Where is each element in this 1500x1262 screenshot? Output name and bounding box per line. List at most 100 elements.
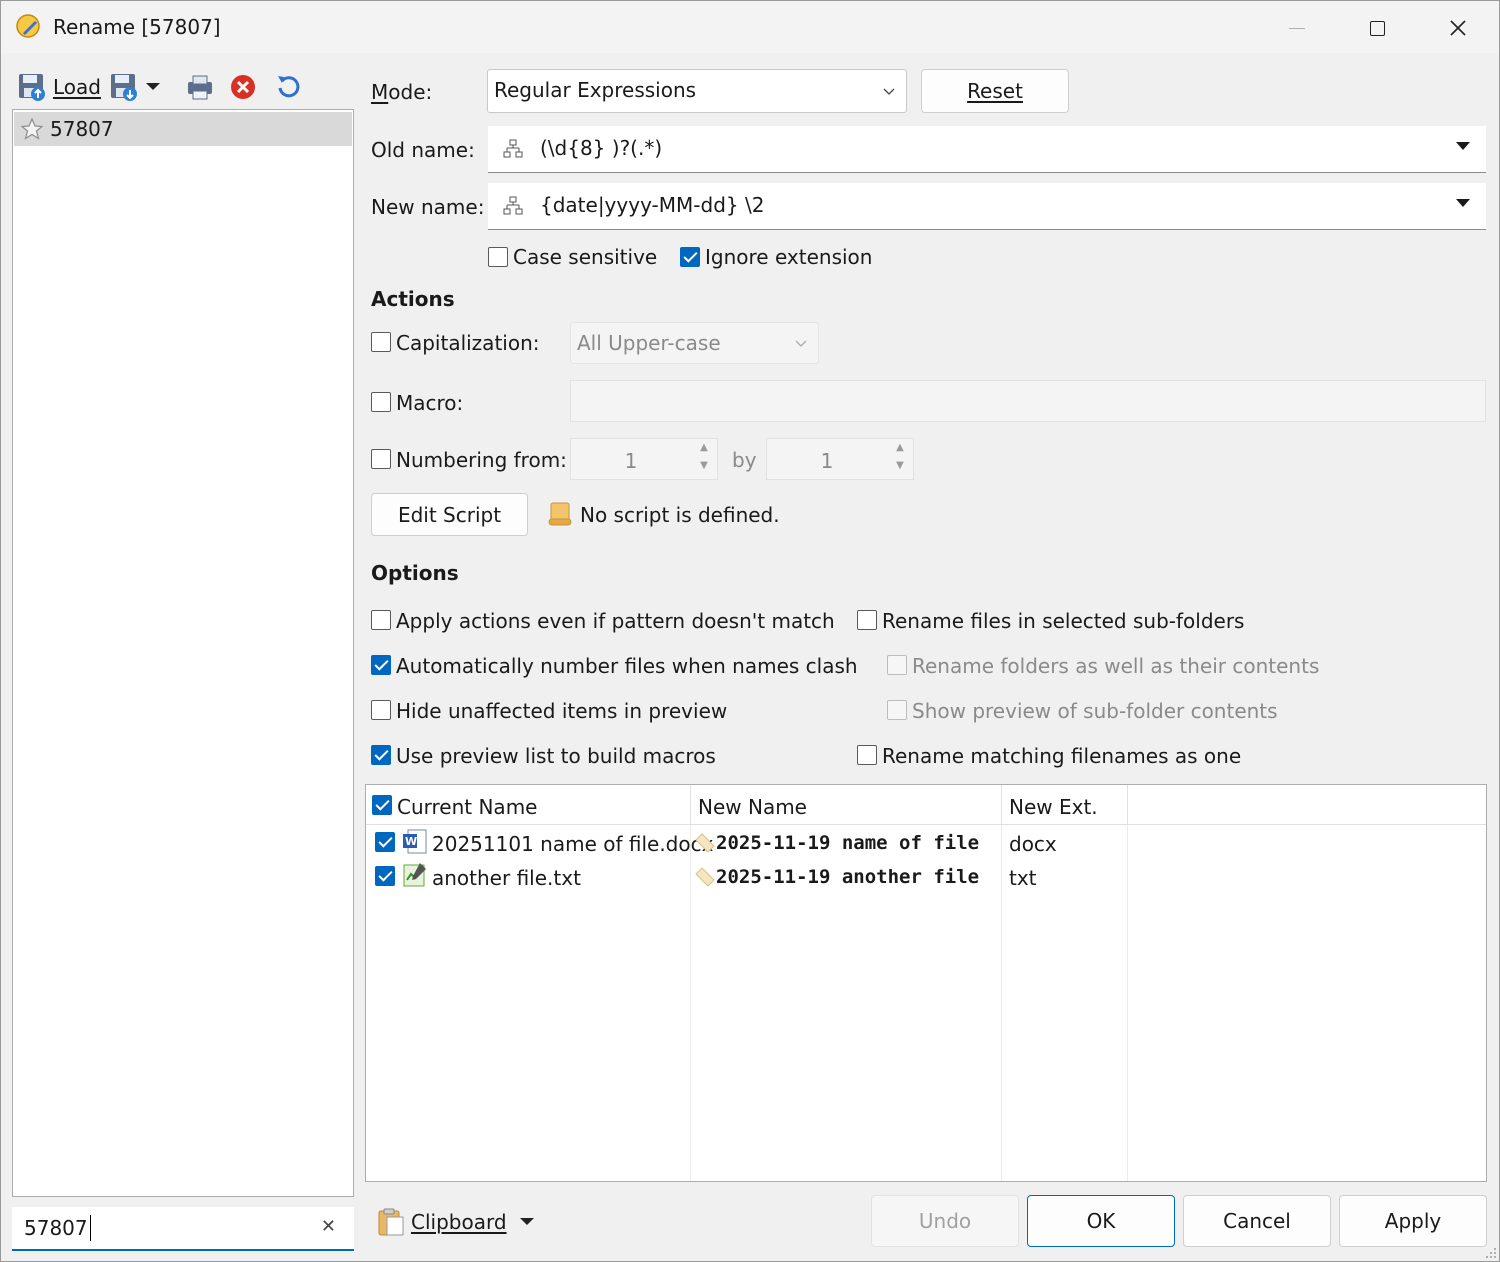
printer-icon — [188, 75, 212, 100]
cancel-button[interactable]: Cancel — [1183, 1195, 1331, 1247]
close-button[interactable] — [1428, 9, 1488, 47]
clear-filter-icon[interactable]: ✕ — [321, 1216, 336, 1237]
minimize-icon — [1289, 27, 1305, 29]
tag-icon — [695, 867, 715, 887]
preview-header: Current Name New Name New Ext. — [366, 785, 1486, 825]
svg-text:W: W — [405, 835, 417, 848]
numbering-by-label: by — [732, 448, 757, 472]
close-icon — [1450, 20, 1466, 36]
use-preview-list-label: Use preview list to build macros — [396, 744, 716, 768]
table-row[interactable]: W 20251101 name of file.docx 2025-11-19 … — [366, 826, 1486, 860]
resize-grip-icon[interactable] — [1485, 1247, 1497, 1259]
apply-button[interactable]: Apply — [1339, 1195, 1487, 1247]
capitalization-value: All Upper-case — [577, 331, 721, 355]
preset-item[interactable]: 57807 — [14, 112, 352, 146]
old-name-input[interactable]: (\d{8} )?(.*) — [488, 126, 1486, 173]
stepper-up-icon[interactable]: ▲ — [695, 442, 713, 460]
copy-button[interactable] — [185, 69, 215, 105]
stepper-up-icon[interactable]: ▲ — [891, 442, 909, 460]
minimize-button[interactable] — [1267, 9, 1327, 47]
show-preview-subfolder-label: Show preview of sub-folder contents — [912, 699, 1278, 723]
new-name-cell: 2025-11-19 name of file — [716, 832, 980, 854]
rename-matching-label: Rename matching filenames as one — [882, 744, 1242, 768]
old-name-value: (\d{8} )?(.*) — [540, 136, 663, 160]
title-bar: Rename [57807] — [1, 1, 1499, 53]
row-checkbox[interactable] — [375, 832, 395, 852]
tag-icon — [695, 833, 715, 853]
new-name-input[interactable]: {date|yyyy-MM-dd} \2 — [488, 183, 1486, 230]
current-name-cell: another file.txt — [432, 866, 581, 890]
preset-toolbar: Load — [15, 65, 355, 109]
numbering-by-value: 1 — [820, 449, 834, 473]
capitalization-label: Capitalization: — [396, 331, 540, 355]
auto-number-checkbox[interactable] — [371, 655, 391, 675]
mode-label: Mode: — [371, 80, 433, 104]
history-dropdown-icon[interactable] — [1456, 199, 1470, 207]
apply-even-if-no-match-label: Apply actions even if pattern doesn't ma… — [396, 609, 835, 633]
capitalization-checkbox[interactable] — [371, 332, 391, 352]
maximize-button[interactable] — [1347, 9, 1407, 47]
mode-value: Regular Expressions — [494, 78, 697, 102]
script-status-text: No script is defined. — [580, 503, 780, 527]
clipboard-button[interactable]: Clipboard — [377, 1205, 535, 1239]
undo-button[interactable]: Undo — [871, 1195, 1019, 1247]
clipboard-label: Clipboard — [411, 1210, 507, 1234]
use-preview-list-checkbox[interactable] — [371, 745, 391, 765]
select-all-checkbox[interactable] — [372, 795, 392, 815]
show-preview-subfolder-checkbox[interactable] — [887, 700, 907, 720]
macro-checkbox[interactable] — [371, 392, 391, 412]
auto-number-label: Automatically number files when names cl… — [396, 654, 858, 678]
actions-heading: Actions — [371, 287, 455, 311]
load-button[interactable]: Load — [17, 69, 101, 105]
column-new-name[interactable]: New Name — [691, 785, 1002, 825]
hide-unaffected-checkbox[interactable] — [371, 700, 391, 720]
app-icon — [16, 14, 40, 38]
column-current-name[interactable]: Current Name — [366, 785, 691, 825]
case-sensitive-checkbox[interactable] — [488, 247, 508, 267]
macro-label: Macro: — [396, 391, 464, 415]
chevron-down-icon — [795, 340, 807, 347]
preset-filter-input[interactable]: 57807 ✕ — [12, 1207, 354, 1251]
reset-button[interactable]: Reset — [921, 69, 1069, 113]
undo-arrow-icon — [278, 76, 300, 98]
capitalization-select[interactable]: All Upper-case — [570, 322, 819, 364]
numbering-label: Numbering from: — [396, 448, 567, 472]
filter-value: 57807 — [24, 1216, 88, 1240]
ignore-extension-label: Ignore extension — [705, 245, 873, 269]
save-dropdown-button[interactable] — [109, 69, 161, 105]
current-name-cell: 20251101 name of file.docx — [432, 832, 714, 856]
new-name-cell: 2025-11-19 another file — [716, 866, 980, 888]
text-caret — [90, 1215, 91, 1241]
rename-sub-folders-checkbox[interactable] — [857, 610, 877, 630]
numbering-by-stepper[interactable]: 1 ▲ ▼ — [766, 438, 914, 480]
macro-input[interactable] — [570, 380, 1486, 422]
table-row[interactable]: another file.txt 2025-11-19 another file… — [366, 860, 1486, 894]
chevron-down-icon — [146, 83, 160, 90]
options-heading: Options — [371, 561, 459, 585]
hide-unaffected-label: Hide unaffected items in preview — [396, 699, 728, 723]
chevron-down-icon — [519, 1218, 534, 1225]
case-sensitive-label: Case sensitive — [513, 245, 658, 269]
history-dropdown-icon[interactable] — [1456, 142, 1470, 150]
numbering-checkbox[interactable] — [371, 449, 391, 469]
column-new-ext[interactable]: New Ext. — [1002, 785, 1128, 825]
new-ext-cell: txt — [1009, 866, 1037, 890]
mode-select[interactable]: Regular Expressions — [487, 69, 907, 113]
stepper-down-icon[interactable]: ▼ — [695, 460, 713, 478]
rename-folders-contents-checkbox[interactable] — [887, 655, 907, 675]
numbering-from-stepper[interactable]: 1 ▲ ▼ — [570, 438, 718, 480]
ignore-extension-checkbox[interactable] — [680, 247, 700, 267]
stepper-down-icon[interactable]: ▼ — [891, 460, 909, 478]
apply-even-if-no-match-checkbox[interactable] — [371, 610, 391, 630]
word-doc-icon: W — [403, 829, 427, 854]
edit-script-button[interactable]: Edit Script — [371, 493, 528, 536]
delete-preset-button[interactable] — [229, 69, 257, 105]
load-label: Load — [53, 75, 101, 99]
revert-button[interactable] — [275, 69, 303, 105]
ok-button[interactable]: OK — [1027, 1195, 1175, 1247]
rename-matching-checkbox[interactable] — [857, 745, 877, 765]
delete-icon — [231, 75, 255, 99]
scroll-icon — [548, 502, 572, 526]
load-disk-icon — [19, 74, 45, 101]
row-checkbox[interactable] — [375, 866, 395, 886]
